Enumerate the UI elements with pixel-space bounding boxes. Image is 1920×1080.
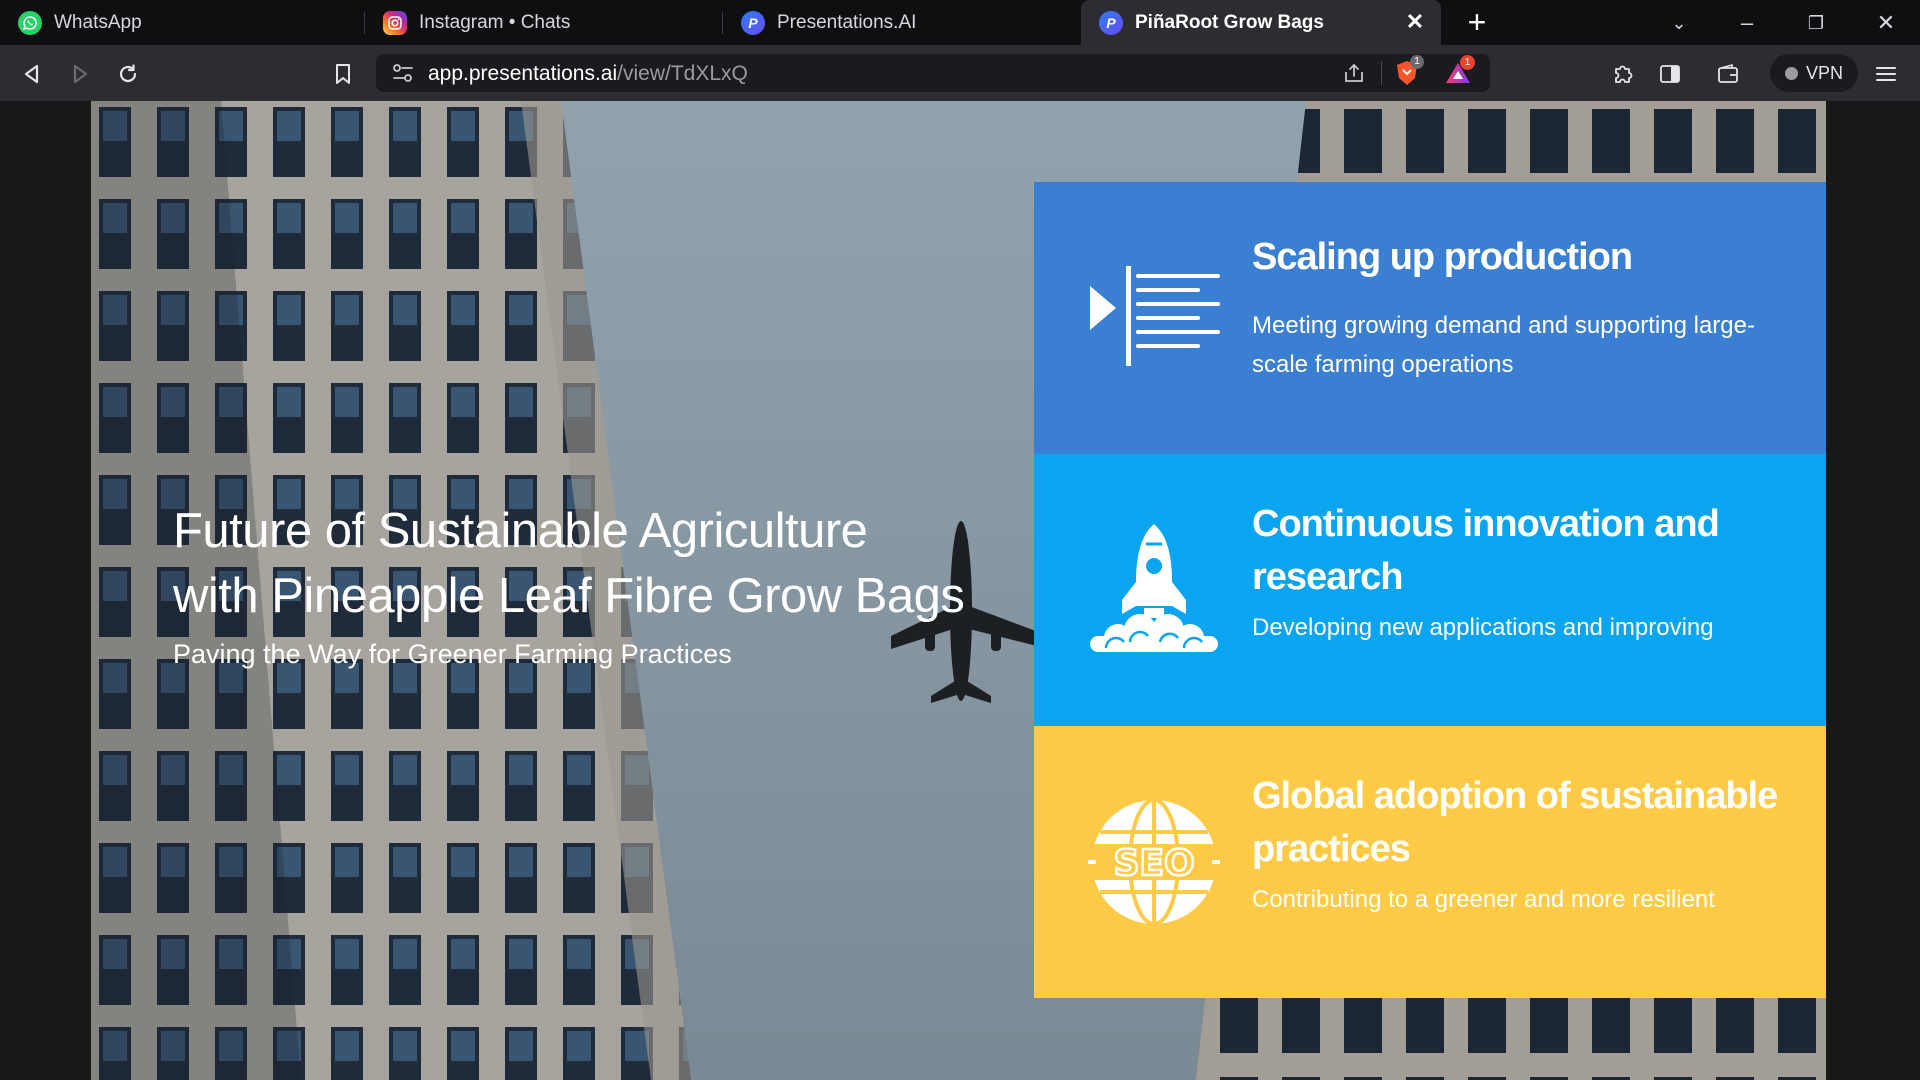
slide-title-line-1: Future of Sustainable Agriculture xyxy=(173,504,868,558)
panel-title: Global adoption of sustainable practices xyxy=(1252,775,1778,870)
reload-button[interactable] xyxy=(111,57,145,91)
tab-instagram[interactable]: Instagram • Chats xyxy=(365,0,723,45)
url-text[interactable]: app.presentations.ai/view/TdXLxQ xyxy=(428,62,748,86)
hamburger-menu-icon xyxy=(1876,67,1896,81)
presentation-slide: Future of Sustainable Agriculture with P… xyxy=(91,101,1826,1080)
rocket-icon xyxy=(1090,524,1218,652)
minimize-icon[interactable]: – xyxy=(1727,8,1767,38)
tab-presentations-ai[interactable]: P Presentations.AI xyxy=(723,0,1081,45)
rewards-count-badge: 1 xyxy=(1460,55,1475,70)
slide-title-line-2: with Pineapple Leaf Fibre Grow Bags xyxy=(173,569,965,623)
bookmark-button[interactable] xyxy=(326,57,360,91)
close-window-icon[interactable]: ✕ xyxy=(1866,8,1906,38)
address-bar[interactable]: app.presentations.ai/view/TdXLxQ 1 1 xyxy=(376,54,1490,92)
wallet-icon xyxy=(1718,64,1738,83)
vpn-status-icon xyxy=(1784,66,1798,80)
panel-description: Contributing to a greener and more resil… xyxy=(1252,886,1715,913)
shields-count-badge: 1 xyxy=(1410,55,1424,69)
tab-label: Presentations.AI xyxy=(777,11,917,33)
sidebar-toggle-button[interactable] xyxy=(1653,57,1687,91)
tab-label: WhatsApp xyxy=(54,11,142,33)
brave-rewards-button[interactable]: 1 xyxy=(1444,55,1475,91)
scaling-lines-icon xyxy=(1090,266,1220,366)
brave-shields-button[interactable]: 1 xyxy=(1394,55,1424,92)
panel-title: Continuous innovation and research xyxy=(1252,503,1720,598)
site-settings-icon[interactable] xyxy=(392,63,414,83)
instagram-icon xyxy=(383,10,407,35)
slide-subtitle: Paving the Way for Greener Farming Pract… xyxy=(173,639,732,669)
back-arrow-icon xyxy=(24,64,39,84)
tab-label: PiñaRoot Grow Bags xyxy=(1135,11,1324,33)
vpn-button[interactable]: VPN xyxy=(1770,54,1858,92)
url-path: /view/TdXLxQ xyxy=(617,62,748,85)
panel-description: Meeting growing demand and supporting la… xyxy=(1252,312,1755,378)
close-tab-icon[interactable]: ✕ xyxy=(1403,10,1427,34)
tab-strip: WhatsApp Instagram • Chats P Presentatio… xyxy=(0,0,1920,45)
presentations-ai-icon: P xyxy=(1099,10,1123,35)
panel-scaling-up-production: Scaling up production Meeting growing de… xyxy=(1034,182,1826,454)
panel-title: Scaling up production xyxy=(1252,236,1633,278)
tab-label: Instagram • Chats xyxy=(419,11,571,33)
puzzle-icon xyxy=(1615,65,1633,83)
forward-arrow-icon xyxy=(73,64,88,84)
new-tab-button[interactable]: + xyxy=(1460,6,1494,40)
share-icon[interactable] xyxy=(1342,62,1366,84)
url-domain: app.presentations.ai xyxy=(428,62,618,85)
seo-icon-lettering: SEO xyxy=(1113,843,1194,884)
vpn-label: VPN xyxy=(1805,62,1843,83)
tab-search-chevron-icon[interactable]: ⌄ xyxy=(1659,8,1699,38)
tab-whatsapp[interactable]: WhatsApp xyxy=(0,0,365,45)
panel-description: Developing new applications and improvin… xyxy=(1252,614,1714,641)
back-button[interactable] xyxy=(15,57,49,91)
menu-button[interactable] xyxy=(1869,57,1903,91)
presentations-ai-icon: P xyxy=(741,10,765,35)
slide-title: Future of Sustainable Agriculture with P… xyxy=(173,499,1033,629)
panel-global-adoption: SEO Global adoption of sustainable pract… xyxy=(1034,726,1826,998)
whatsapp-icon xyxy=(18,10,42,35)
seo-globe-icon: SEO xyxy=(1088,798,1220,926)
divider xyxy=(1381,61,1382,85)
reload-icon xyxy=(119,64,137,83)
sidebar-icon xyxy=(1660,65,1680,83)
forward-button[interactable] xyxy=(63,57,97,91)
extensions-button[interactable] xyxy=(1606,57,1640,91)
tab-pinaroot-grow-bags[interactable]: P PiñaRoot Grow Bags ✕ xyxy=(1081,0,1441,45)
wallet-button[interactable] xyxy=(1711,57,1745,91)
restore-icon[interactable]: ❐ xyxy=(1796,8,1836,38)
panel-continuous-innovation: Continuous innovation and research Devel… xyxy=(1034,454,1826,726)
browser-toolbar: app.presentations.ai/view/TdXLxQ 1 1 VPN xyxy=(0,45,1920,101)
bookmark-icon xyxy=(336,64,350,84)
